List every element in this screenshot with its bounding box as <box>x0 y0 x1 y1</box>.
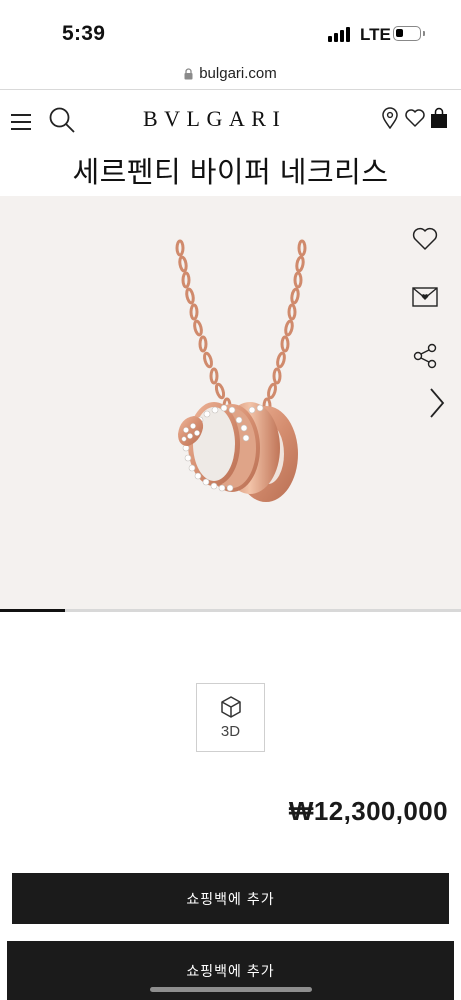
necklace-image <box>175 239 307 502</box>
gallery-progress-fill <box>0 609 65 612</box>
url-text: bulgari.com <box>199 65 277 82</box>
status-time: 5:39 <box>62 22 106 45</box>
cube-icon <box>220 696 241 718</box>
brand-logo[interactable]: BVLGARI <box>143 106 286 132</box>
view-3d-button[interactable]: 3D <box>196 683 265 752</box>
shopping-bag-icon[interactable] <box>430 107 448 129</box>
wishlist-heart-icon[interactable] <box>412 226 438 252</box>
gallery-progress-bar <box>0 609 461 612</box>
search-icon[interactable] <box>48 106 76 134</box>
url-bar[interactable]: bulgari.com <box>0 58 461 90</box>
envelope-icon[interactable] <box>412 286 438 308</box>
product-gallery[interactable] <box>0 196 461 610</box>
home-indicator <box>150 987 312 992</box>
heart-icon[interactable] <box>404 108 426 128</box>
view-3d-label: 3D <box>220 723 241 740</box>
battery-cap <box>423 31 425 36</box>
battery-icon <box>393 26 421 41</box>
network-type: LTE <box>360 25 391 44</box>
lock-icon <box>184 67 193 79</box>
share-icon[interactable] <box>412 343 438 369</box>
product-title: 세르펜티 바이퍼 네크리스 <box>72 157 389 189</box>
chevron-right-icon[interactable] <box>428 386 446 420</box>
product-price: ₩12,300,000 <box>288 796 448 826</box>
location-pin-icon[interactable] <box>381 107 399 129</box>
add-to-bag-button[interactable]: 쇼핑백에 추가 <box>12 873 449 924</box>
signal-strength-icon <box>328 26 352 42</box>
status-bar: 5:39 LTE <box>0 0 461 58</box>
menu-icon[interactable] <box>11 111 31 131</box>
site-header: BVLGARI <box>0 90 461 150</box>
